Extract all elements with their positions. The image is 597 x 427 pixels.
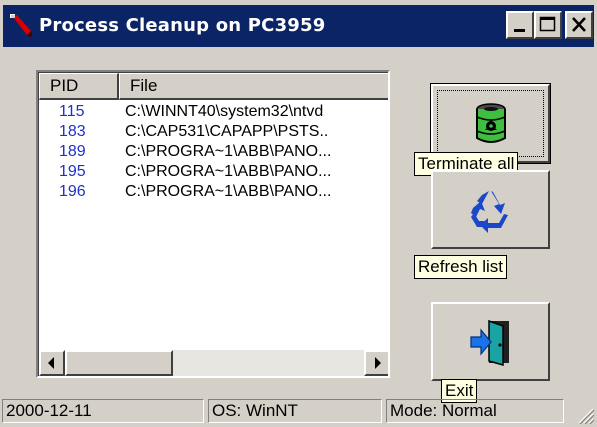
table-row[interactable]: 196 C:\PROGRA~1\ABB\PANO... — [39, 183, 388, 203]
table-row[interactable]: 183 C:\CAP531\CAPAPP\PSTS.. — [39, 123, 388, 143]
status-bar: 2000-12-11 OS: WinNT Mode: Normal — [0, 397, 597, 427]
horizontal-scrollbar[interactable] — [39, 350, 388, 376]
arrow-right-icon — [375, 357, 381, 369]
scroll-right-button[interactable] — [364, 350, 388, 376]
scroll-left-button[interactable] — [39, 350, 65, 376]
row-file: C:\WINNT40\system32\ntvd — [125, 103, 324, 120]
close-button[interactable] — [565, 11, 593, 39]
process-list[interactable]: PID File 115 C:\WINNT40\system32\ntvd 18… — [36, 70, 390, 378]
row-pid: 196 — [59, 183, 86, 200]
maximize-button[interactable] — [534, 11, 562, 39]
process-cleanup-window: Process Cleanup on PC3959 PID File 115 C… — [0, 0, 597, 427]
row-pid: 183 — [59, 123, 86, 140]
row-file: C:\PROGRA~1\ABB\PANO... — [125, 163, 332, 180]
column-header-file[interactable]: File — [119, 73, 388, 100]
row-pid: 195 — [59, 163, 86, 180]
toxic-barrel-icon — [475, 102, 506, 143]
row-file: C:\PROGRA~1\ABB\PANO... — [125, 143, 332, 160]
table-row[interactable]: 115 C:\WINNT40\system32\ntvd — [39, 103, 388, 123]
scroll-thumb[interactable] — [65, 350, 173, 376]
resize-grip-icon[interactable] — [573, 403, 595, 425]
app-icon — [10, 14, 32, 37]
arrow-left-icon — [48, 357, 54, 369]
status-os: OS: WinNT — [208, 399, 382, 423]
minimize-icon — [514, 29, 525, 32]
column-header-pid[interactable]: PID — [39, 73, 119, 100]
maximize-icon — [539, 16, 556, 32]
table-row[interactable]: 189 C:\PROGRA~1\ABB\PANO... — [39, 143, 388, 163]
minimize-button[interactable] — [506, 11, 534, 39]
table-row[interactable]: 195 C:\PROGRA~1\ABB\PANO... — [39, 163, 388, 183]
title-bar[interactable]: Process Cleanup on PC3959 — [3, 5, 594, 47]
window-title: Process Cleanup on PC3959 — [39, 15, 326, 36]
row-pid: 115 — [59, 103, 85, 120]
exit-button[interactable] — [431, 302, 550, 381]
exit-door-icon — [469, 319, 509, 366]
status-date: 2000-12-11 — [2, 399, 204, 423]
row-file: C:\CAP531\CAPAPP\PSTS.. — [125, 123, 329, 140]
status-mode: Mode: Normal — [386, 399, 564, 423]
recycle-icon — [470, 190, 508, 233]
list-header: PID File — [39, 73, 388, 100]
close-icon — [572, 17, 586, 32]
list-rows: 115 C:\WINNT40\system32\ntvd 183 C:\CAP5… — [39, 103, 388, 203]
process-list-frame: PID File 115 C:\WINNT40\system32\ntvd 18… — [38, 72, 388, 376]
refresh-tooltip: Refresh list — [414, 255, 508, 279]
row-file: C:\PROGRA~1\ABB\PANO... — [125, 183, 332, 200]
refresh-list-button[interactable] — [431, 170, 550, 249]
row-pid: 189 — [59, 143, 86, 160]
